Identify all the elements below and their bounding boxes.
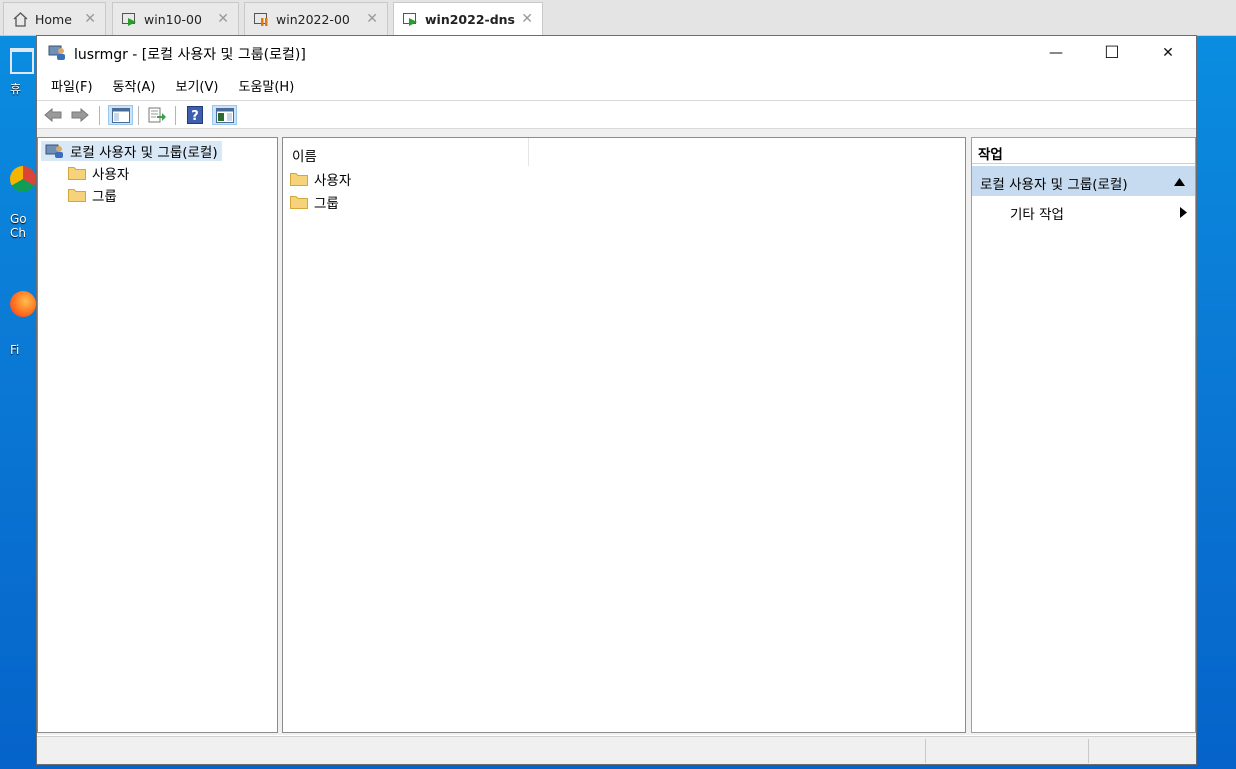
host-tab-label: win10-00 [144,11,202,27]
status-segment [1088,739,1089,763]
show-hide-tree-icon [111,107,130,123]
close-icon[interactable]: ✕ [521,11,533,27]
window-title: lusrmgr - [로컬 사용자 및 그룹(로컬)] [74,47,306,63]
desktop-icon-label: Go Ch [10,212,27,240]
vm-running-icon [121,11,138,28]
title-bar[interactable]: lusrmgr - [로컬 사용자 및 그룹(로컬)] — ☐ ✕ [37,36,1196,70]
export-list-icon [148,107,166,123]
status-segment [925,739,926,763]
host-tab-bar: Home ✕ win10-00 ✕ win2022-00 ✕ win2022-d… [0,0,1236,36]
list-item-label: 그룹 [314,196,339,212]
host-tab-label: Home [35,11,72,27]
list-pane: 이름 사용자 그룹 [282,137,966,733]
menu-view[interactable]: 보기(V) [168,76,227,95]
vm-paused-icon [253,11,270,28]
host-tab-label: win2022-dns [425,12,515,27]
tree-node-users[interactable]: 사용자 [64,163,133,183]
list-header: 이름 [283,138,965,166]
menu-bar: 파일(F) 동작(A) 보기(V) 도움말(H) [37,72,1196,98]
action-pane-header: 작업 [972,138,1195,164]
toolbar-separator [99,106,100,125]
show-hide-tree-button[interactable] [108,105,133,125]
host-tab-win2022-00[interactable]: win2022-00 ✕ [244,2,388,35]
firefox-icon [10,291,36,317]
help-button[interactable]: ? [184,105,206,125]
action-section-label: 로컬 사용자 및 그룹(로컬) [980,177,1128,193]
tree-node-label: 로컬 사용자 및 그룹(로컬) [70,145,218,161]
action-more-actions[interactable]: 기타 작업 [972,198,1195,224]
back-icon [44,107,62,123]
minimize-button[interactable]: — [1028,36,1084,70]
back-button[interactable] [42,105,64,125]
pane-area: 로컬 사용자 및 그룹(로컬) 사용자 그룹 이름 사용자 그룹 작업 로컬 사… [37,129,1196,735]
close-icon[interactable]: ✕ [84,11,96,27]
lusrmgr-window: lusrmgr - [로컬 사용자 및 그룹(로컬)] — ☐ ✕ 파일(F) … [36,35,1197,765]
chrome-shortcut[interactable]: Go Ch [10,166,36,240]
menu-help[interactable]: 도움말(H) [230,76,302,95]
desktop-icon-label: 휴 [10,82,22,96]
close-icon[interactable]: ✕ [366,11,378,27]
svg-text:?: ? [191,109,199,124]
folder-icon [290,172,308,186]
close-icon: ✕ [1162,45,1174,61]
menu-file[interactable]: 파일(F) [43,76,101,95]
chrome-icon [10,166,36,192]
show-hide-action-pane-button[interactable] [212,105,237,125]
folder-icon [68,166,86,180]
menu-action[interactable]: 동작(A) [105,76,164,95]
list-item-label: 사용자 [314,173,352,189]
show-hide-action-pane-icon [215,107,234,123]
forward-button[interactable] [69,105,91,125]
users-groups-app-icon [48,45,67,61]
status-bar [37,736,1196,764]
vm-running-icon [402,11,419,28]
host-tab-label: win2022-00 [276,11,350,27]
help-icon: ? [187,106,203,124]
home-icon [12,11,29,28]
submenu-arrow-icon [1180,206,1187,222]
list-item-groups[interactable]: 그룹 [286,192,343,212]
users-groups-icon [45,143,65,159]
host-tab-win2022-dns[interactable]: win2022-dns ✕ [393,2,543,36]
tree-pane: 로컬 사용자 및 그룹(로컬) 사용자 그룹 [37,137,278,733]
recycle-bin-shortcut[interactable]: 휴 [10,48,34,97]
close-icon[interactable]: ✕ [217,11,229,27]
toolbar: ? [37,100,1196,129]
maximize-icon: ☐ [1104,43,1120,63]
toolbar-separator [138,106,139,125]
close-button[interactable]: ✕ [1140,36,1196,70]
folder-icon [68,188,86,202]
folder-icon [290,195,308,209]
tree-node-label: 사용자 [92,167,130,183]
tree-node-root[interactable]: 로컬 사용자 및 그룹(로컬) [41,141,222,161]
tree-node-groups[interactable]: 그룹 [64,185,121,205]
toolbar-separator [175,106,176,125]
action-item-label: 기타 작업 [1010,207,1064,223]
host-tab-win10-00[interactable]: win10-00 ✕ [112,2,239,35]
desktop-icon-label: Fi [10,343,20,357]
maximize-button[interactable]: ☐ [1084,36,1140,70]
action-section-header[interactable]: 로컬 사용자 및 그룹(로컬) [972,166,1195,196]
forward-icon [71,107,89,123]
collapse-arrow-icon [1174,174,1185,190]
minimize-icon: — [1049,45,1063,61]
tree-node-label: 그룹 [92,189,117,205]
recycle-bin-icon [10,48,34,74]
action-pane: 작업 로컬 사용자 및 그룹(로컬) 기타 작업 [971,137,1196,733]
firefox-shortcut[interactable]: Fi [10,291,36,357]
host-tab-home[interactable]: Home ✕ [3,2,106,35]
column-header-name[interactable]: 이름 [283,138,529,166]
export-list-button[interactable] [146,105,168,125]
list-item-users[interactable]: 사용자 [286,169,355,189]
